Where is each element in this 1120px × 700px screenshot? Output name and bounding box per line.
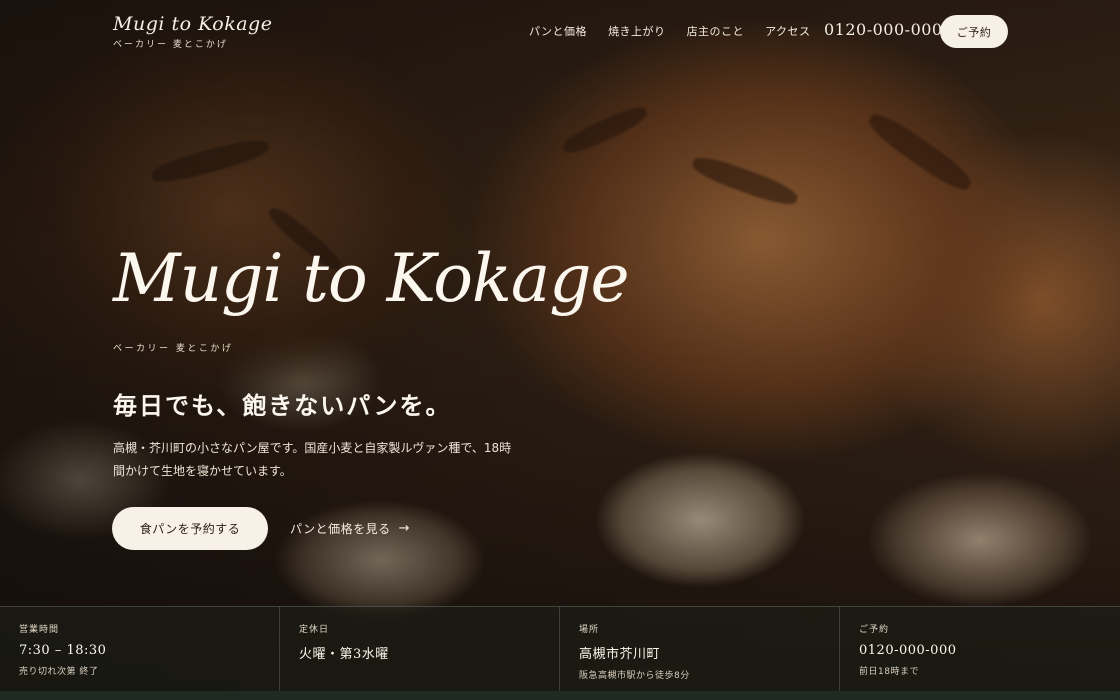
page: Mugi to Kokage ベーカリー 麦とこかげ パンと価格 焼き上がり 店… <box>0 0 1120 700</box>
info-reservation: ご予約 0120-000-000 前日18時まで <box>840 607 1120 691</box>
info-note: 前日18時まで <box>859 667 919 677</box>
reserve-bread-button[interactable]: 食パンを予約する <box>112 507 268 550</box>
hero-tagline: 毎日でも、飽きないパンを。 <box>113 391 452 420</box>
brand-logo[interactable]: Mugi to Kokage ベーカリー 麦とこかげ <box>113 13 272 50</box>
info-label: 定休日 <box>299 625 330 635</box>
header-phone-number[interactable]: 0120-000-000 <box>824 20 943 39</box>
info-value[interactable]: 0120-000-000 <box>859 643 1102 658</box>
hero-description: 高槻・芥川町の小さなパン屋です。国産小麦と自家製ルヴァン種で、18時間かけて生地… <box>113 441 512 478</box>
info-label: 営業時間 <box>19 625 60 635</box>
nav-item-access[interactable]: アクセス <box>765 23 810 39</box>
hero-title: Mugi to Kokage <box>113 240 630 317</box>
brand-name: Mugi to Kokage <box>113 13 273 35</box>
info-value: 高槻市芥川町 <box>579 647 661 662</box>
info-note: 売り切れ次第 終了 <box>19 667 99 677</box>
hero-kana-subtitle: ベーカリー 麦とこかげ <box>113 344 234 354</box>
info-note: 阪急高槻市駅から徒歩8分 <box>579 671 690 681</box>
nav-item-bread-prices[interactable]: パンと価格 <box>529 23 587 39</box>
nav-item-bake-times[interactable]: 焼き上がり <box>608 23 666 39</box>
arrow-right-icon: → <box>398 521 411 536</box>
info-hours: 営業時間 7:30 – 18:30 売り切れ次第 終了 <box>0 607 280 691</box>
info-value: 火曜・第3水曜 <box>299 647 389 662</box>
reserve-button[interactable]: ご予約 <box>940 15 1008 48</box>
store-info-bar: 営業時間 7:30 – 18:30 売り切れ次第 終了 定休日 火曜・第3水曜 … <box>0 606 1120 700</box>
info-closed-days: 定休日 火曜・第3水曜 <box>280 607 560 691</box>
view-prices-link-label: パンと価格を見る <box>290 522 391 536</box>
info-value: 7:30 – 18:30 <box>19 643 107 658</box>
info-label: 場所 <box>579 625 600 635</box>
main-nav: パンと価格 焼き上がり 店主のこと アクセス <box>529 23 832 39</box>
brand-subtitle: ベーカリー 麦とこかげ <box>113 40 228 50</box>
info-label: ご予約 <box>859 625 890 635</box>
site-header: Mugi to Kokage ベーカリー 麦とこかげ パンと価格 焼き上がり 店… <box>0 0 1120 64</box>
nav-item-owner[interactable]: 店主のこと <box>687 23 745 39</box>
info-location: 場所 高槻市芥川町 阪急高槻市駅から徒歩8分 <box>560 607 840 691</box>
view-prices-link[interactable]: パンと価格を見る → <box>290 520 410 537</box>
